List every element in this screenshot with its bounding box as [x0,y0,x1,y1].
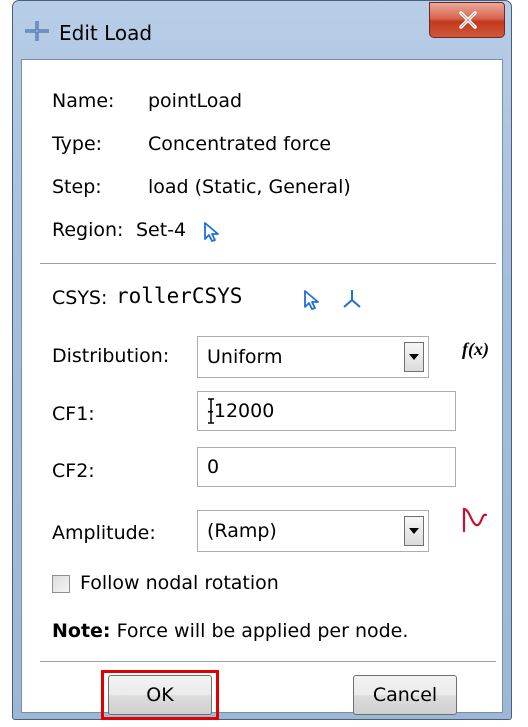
type-label: Type: [52,133,103,155]
note-text: Note: Force will be applied per node. [52,620,408,642]
region-label: Region: [52,219,124,241]
close-button[interactable] [429,2,505,38]
csys-value: rollerCSYS [116,284,243,308]
region-value: Set-4 [136,219,187,241]
cf2-value: 0 [207,456,220,478]
create-amplitude-icon[interactable] [460,505,490,540]
move-cross-icon [23,19,51,43]
select-arrow-icon[interactable] [202,221,222,248]
distribution-value: Uniform [207,346,283,368]
follow-nodal-rotation-label: Follow nodal rotation [80,572,279,594]
window-title: Edit Load [59,21,153,45]
chevron-down-icon [409,354,419,360]
title-bar[interactable]: Edit Load [13,1,511,61]
name-row: Name: pointLoad [52,90,242,112]
amplitude-value: (Ramp) [207,520,277,542]
dropdown-button[interactable] [404,342,424,372]
close-icon [459,11,477,29]
function-fx-button[interactable]: f(x) [462,339,489,360]
amplitude-select[interactable]: (Ramp) [197,510,429,552]
cf1-value: -12000 [207,400,275,422]
type-row: Type: Concentrated force [52,133,331,155]
step-value: load (Static, General) [148,176,351,198]
follow-nodal-rotation-checkbox[interactable] [52,575,70,593]
distribution-select[interactable]: Uniform [197,336,429,378]
name-label: Name: [52,90,115,112]
note-message: Force will be applied per node. [116,620,409,642]
cf2-input[interactable]: 0 [197,447,456,487]
type-value: Concentrated force [148,133,332,155]
text-cursor-icon [208,398,214,424]
cf2-label: CF2: [52,460,95,482]
divider [40,263,496,265]
cf1-label: CF1: [52,403,95,425]
cancel-button[interactable]: Cancel [353,675,457,715]
csys-label: CSYS: [52,287,108,309]
select-csys-arrow-icon[interactable] [302,289,322,316]
edit-load-dialog: Edit Load Name: pointLoad Type: Concentr… [12,0,512,720]
create-csys-icon[interactable] [340,287,364,316]
note-bold-label: Note: [52,620,111,642]
cf1-input[interactable]: -12000 [197,391,456,431]
dialog-body: Name: pointLoad Type: Concentrated force… [21,59,503,720]
divider [40,661,496,663]
ok-button[interactable]: OK [108,675,212,715]
distribution-label: Distribution: [52,345,170,367]
name-value: pointLoad [148,90,243,112]
amplitude-label: Amplitude: [52,522,156,544]
step-row: Step: load (Static, General) [52,176,351,198]
csys-row: CSYS: rollerCSYS [52,284,361,310]
dropdown-button[interactable] [404,516,424,546]
region-row: Region: Set-4 [52,219,219,242]
chevron-down-icon [409,528,419,534]
step-label: Step: [52,176,102,198]
